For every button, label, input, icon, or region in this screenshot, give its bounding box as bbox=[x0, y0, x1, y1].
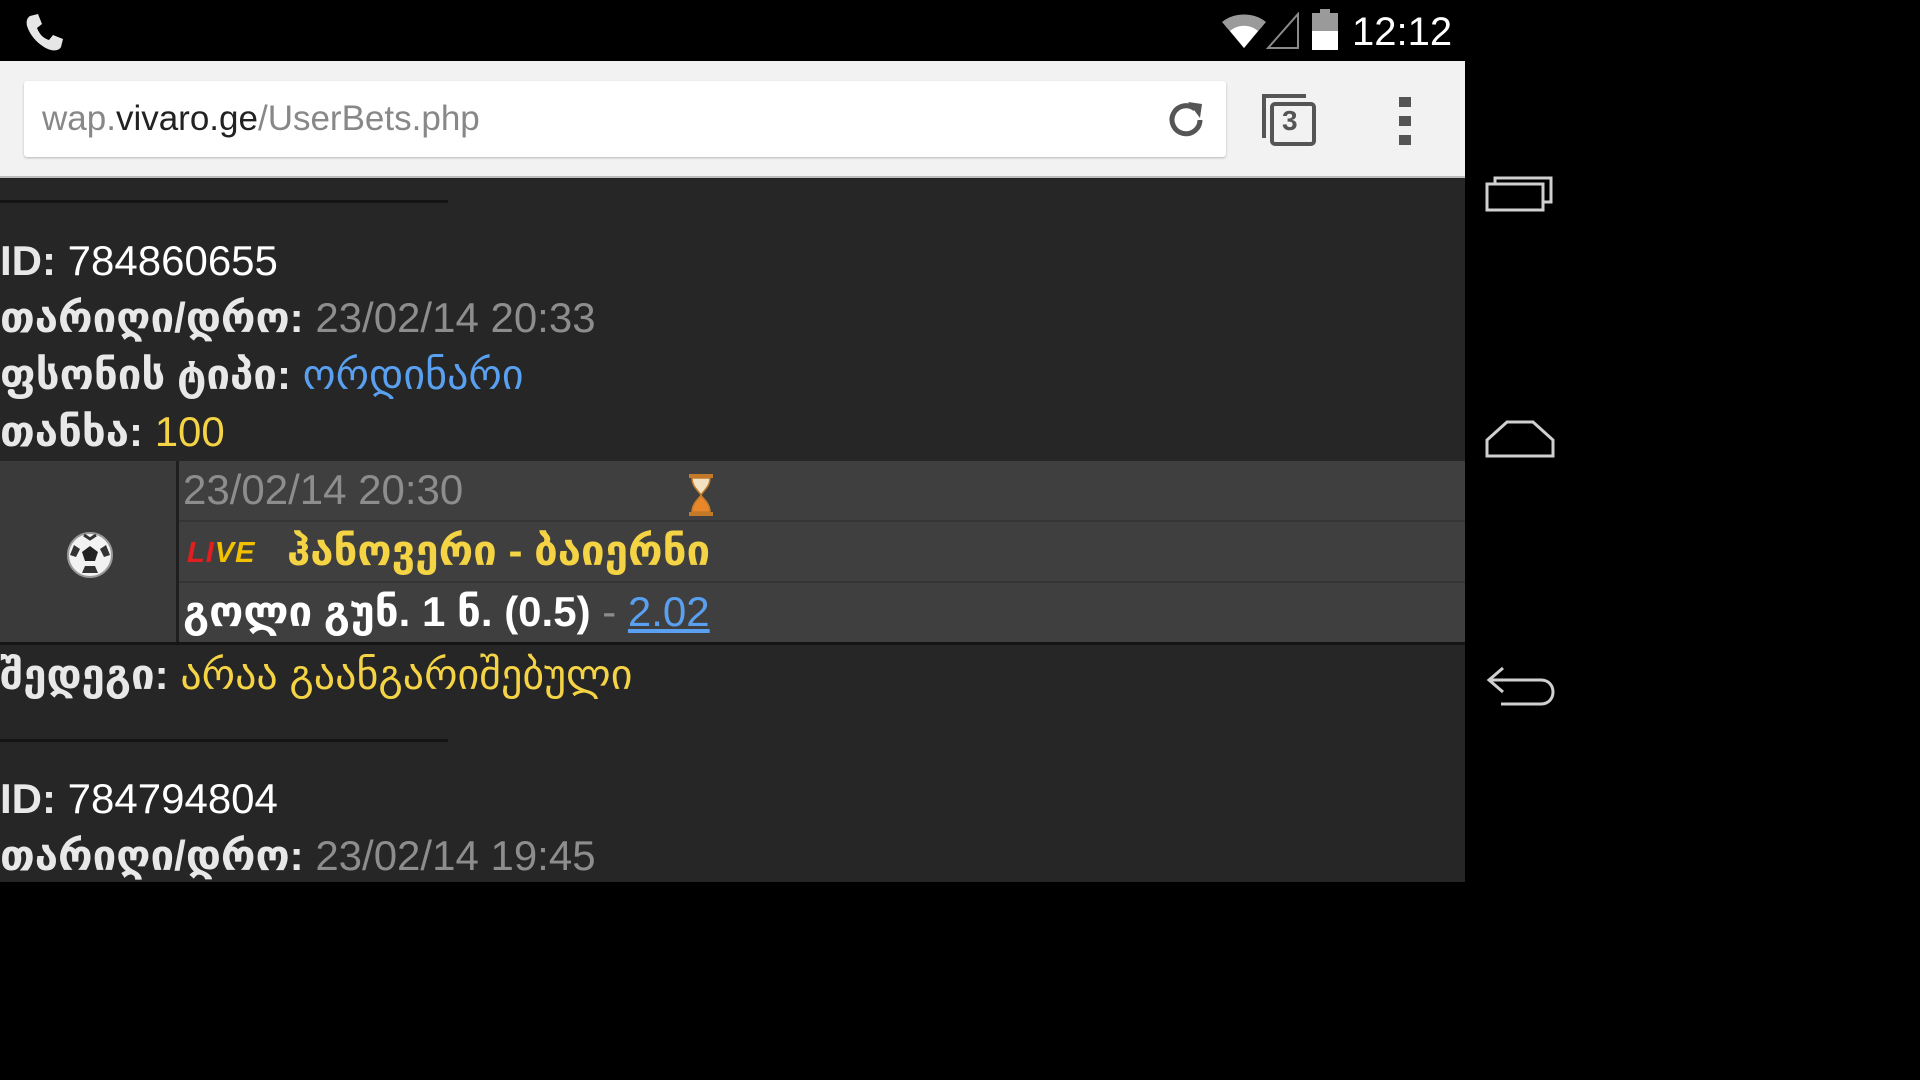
divider bbox=[0, 739, 448, 742]
bet-type-value: ორდინარი bbox=[302, 351, 524, 398]
status-time: 12:12 bbox=[1352, 10, 1453, 54]
soccer-ball-icon bbox=[67, 532, 113, 578]
bet-date-row: თარიღი/დრო: 23/02/14 19:45 bbox=[0, 831, 596, 881]
battery-icon bbox=[1312, 9, 1338, 50]
overflow-menu-icon[interactable] bbox=[1395, 95, 1417, 147]
event-market: გოლი გუნ. 1 ნ. (0.5) bbox=[183, 588, 591, 635]
bet-date-row: თარიღი/დრო: 23/02/14 20:33 bbox=[0, 293, 596, 343]
bet-id-value: 784860655 bbox=[67, 237, 278, 284]
bet-result-value: არაა გაანგარიშებული bbox=[180, 651, 633, 698]
signal-icon bbox=[1266, 12, 1299, 49]
event-odds-link[interactable]: 2.02 bbox=[628, 588, 710, 635]
sport-cell bbox=[0, 461, 179, 642]
phone-icon bbox=[26, 14, 63, 51]
bet-date-label: თარიღი/დრო: bbox=[0, 832, 304, 879]
bet-date-value: 23/02/14 20:33 bbox=[315, 294, 596, 341]
bet-id-row: ID: 784794804 bbox=[0, 774, 278, 824]
bet-id-row: ID: 784860655 bbox=[0, 236, 278, 286]
recent-apps-icon[interactable] bbox=[1483, 170, 1555, 218]
reload-icon[interactable] bbox=[1164, 98, 1208, 142]
navigation-bar bbox=[1465, 0, 1568, 882]
bet-type-label: ფსონის ტიპი: bbox=[0, 351, 291, 398]
bet-date-label: თარიღი/დრო: bbox=[0, 294, 304, 341]
bet-result-label: შედეგი: bbox=[0, 651, 169, 698]
bet-id-value: 784794804 bbox=[67, 775, 278, 822]
browser-toolbar: wap.vivaro.ge/UserBets.php bbox=[0, 61, 1465, 178]
bet-event-table: 23/02/14 20:30 LIVE ჰანოვერი - ბაიერნი გ… bbox=[0, 461, 1465, 642]
market-separator: - bbox=[602, 588, 617, 635]
bet-amount-row: თანხა: 100 bbox=[0, 407, 225, 457]
status-bar: 12:12 bbox=[0, 0, 1465, 61]
bet-amount-label: თანხა: bbox=[0, 408, 144, 455]
bet-id-label: ID: bbox=[0, 775, 56, 822]
live-badge: LIVE bbox=[187, 537, 256, 569]
tab-count: 3 bbox=[1282, 105, 1298, 136]
event-datetime: 23/02/14 20:30 bbox=[183, 466, 464, 513]
back-icon[interactable] bbox=[1483, 660, 1555, 708]
event-datetime-row: 23/02/14 20:30 bbox=[179, 461, 1465, 522]
url-text[interactable]: wap.vivaro.ge/UserBets.php bbox=[42, 99, 480, 139]
bet-result-row: შედეგი: არაა გაანგარიშებული bbox=[0, 650, 633, 700]
url-domain: vivaro.ge bbox=[115, 99, 258, 138]
event-market-row: გოლი გუნ. 1 ნ. (0.5) - 2.02 bbox=[179, 583, 1465, 642]
home-icon[interactable] bbox=[1483, 414, 1555, 462]
bet-id-label: ID: bbox=[0, 237, 56, 284]
divider bbox=[0, 200, 448, 203]
tab-switcher-button[interactable]: 3 bbox=[1260, 92, 1318, 148]
divider bbox=[0, 642, 1465, 645]
event-match-name: ჰანოვერი - ბაიერნი bbox=[287, 527, 711, 574]
bet-type-row: ფსონის ტიპი: ორდინარი bbox=[0, 350, 524, 400]
event-match-row: LIVE ჰანოვერი - ბაიერნი bbox=[179, 522, 1465, 583]
wifi-icon bbox=[1222, 14, 1266, 48]
bet-amount-value: 100 bbox=[154, 408, 225, 455]
url-path: /UserBets.php bbox=[257, 99, 480, 138]
page-content: ID: 784860655 თარიღი/დრო: 23/02/14 20:33… bbox=[0, 178, 1465, 882]
hourglass-icon bbox=[689, 474, 713, 516]
address-bar[interactable]: wap.vivaro.ge/UserBets.php bbox=[24, 81, 1226, 157]
bet-date-value: 23/02/14 19:45 bbox=[315, 832, 596, 879]
url-prefix: wap. bbox=[42, 99, 116, 138]
